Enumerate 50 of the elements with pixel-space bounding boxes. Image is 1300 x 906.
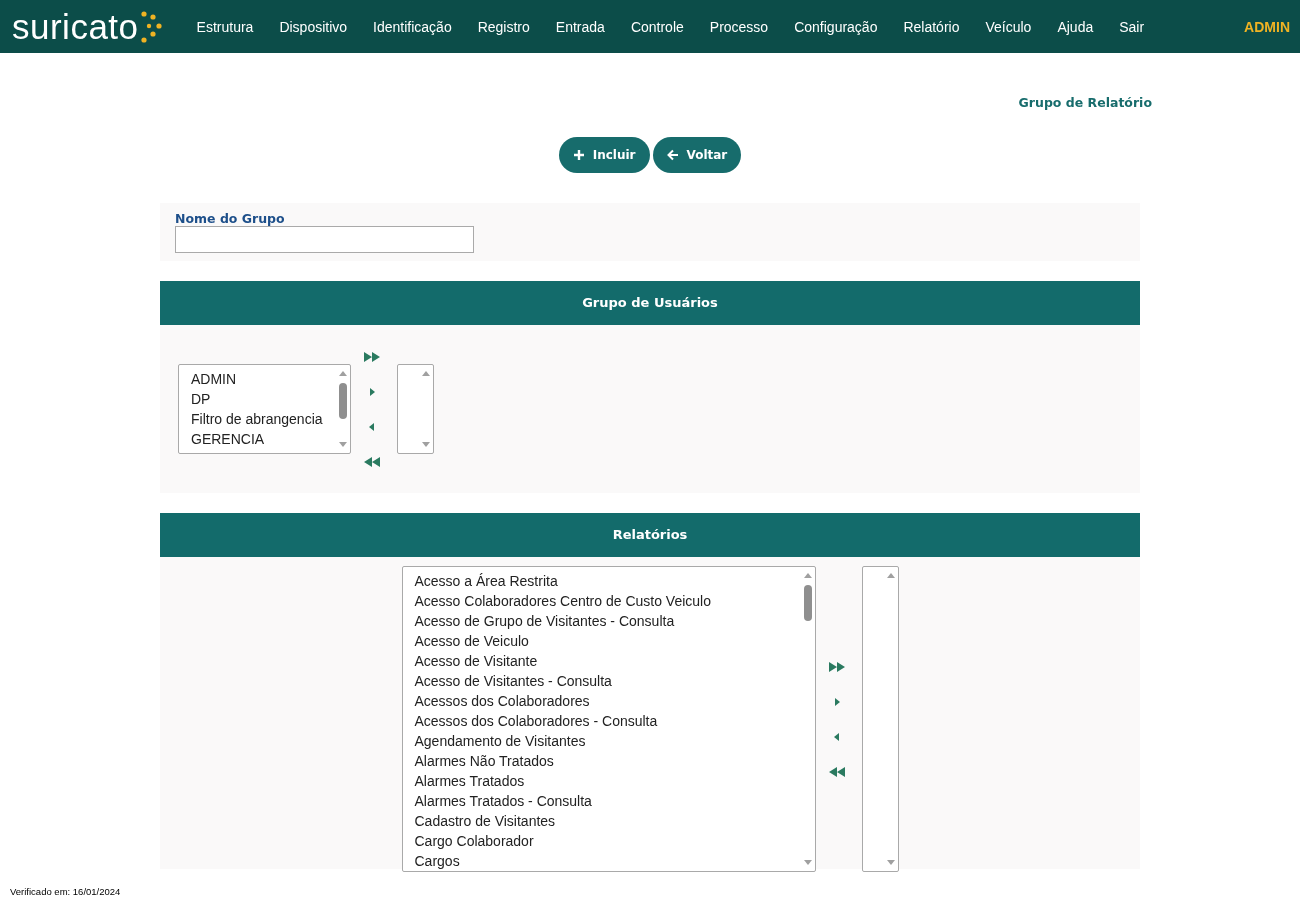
menu-item[interactable]: Identificação	[360, 18, 465, 35]
section-header: Relatórios	[160, 513, 1140, 557]
verification-date: Verificado em: 16/01/2024	[10, 886, 121, 897]
list-option[interactable]: Alarmes Não Tratados	[414, 751, 801, 771]
list-option[interactable]: Acesso de Visitante	[414, 651, 801, 671]
move-all-right-icon[interactable]	[827, 660, 846, 673]
list-option[interactable]: Alarmes Tratados	[414, 771, 801, 791]
available-list[interactable]	[401, 566, 816, 872]
menu-item[interactable]: Ajuda	[1044, 18, 1107, 35]
group-name-input[interactable]	[175, 226, 474, 253]
list-option[interactable]: Acessos dos Colaboradores	[414, 691, 801, 711]
plus-icon	[572, 149, 585, 161]
list-option[interactable]: Acesso de Visitantes - Consulta	[414, 671, 801, 691]
add-button[interactable]: Incluir	[558, 137, 650, 173]
list-option[interactable]: Cadastro de Visitantes	[414, 811, 801, 831]
back-button[interactable]: Voltar	[652, 137, 742, 173]
list-option[interactable]: Cargo Colaborador	[414, 831, 801, 851]
list-option[interactable]: GERENCIA	[191, 429, 336, 449]
logo-text: suricato	[12, 9, 139, 44]
move-all-left-icon[interactable]	[827, 765, 846, 778]
list-option[interactable]: Acesso de Grupo de Visitantes - Consulta	[414, 611, 801, 631]
available-list[interactable]: ADMIN DP Filtro de abrangencia GERENCIA	[178, 364, 351, 454]
menu-item[interactable]: Controle	[617, 18, 697, 35]
list-option[interactable]: Acesso Colaboradores Centro de Custo Veiculo	[414, 591, 801, 611]
list-option[interactable]: Agendamento de Visitantes	[414, 731, 801, 751]
menu-item[interactable]: Registro	[464, 18, 543, 35]
menu-item[interactable]: Estrutura	[183, 18, 267, 35]
menu-item[interactable]: Sair	[1106, 18, 1158, 35]
move-all-left-icon[interactable]	[363, 455, 381, 468]
menu-item[interactable]: Relatório	[890, 18, 973, 35]
left-arrow-icon	[666, 149, 679, 161]
menu-item[interactable]: Processo	[696, 18, 782, 35]
move-all-right-icon[interactable]	[363, 350, 381, 363]
dots-logo-icon	[139, 9, 162, 44]
menu-item[interactable]: Configuração	[781, 18, 891, 35]
list-option[interactable]: ADMIN	[191, 369, 336, 389]
list-option[interactable]: Alarmes Tratados - Consulta	[414, 791, 801, 811]
list-option[interactable]: Filtro de abrangencia	[191, 409, 336, 429]
menu-item[interactable]: Dispositivo	[266, 18, 361, 35]
section-header: Grupo de Usuários	[160, 281, 1140, 325]
page-title: Grupo de Relatório	[1018, 95, 1152, 112]
list-option[interactable]: Cargos	[414, 851, 801, 871]
list-option[interactable]: Acesso a Área Restrita	[414, 571, 801, 591]
list-option[interactable]: Acesso de Veiculo	[414, 631, 801, 651]
list-option[interactable]: Acessos dos Colaboradores - Consulta	[414, 711, 801, 731]
user-name[interactable]: ADMIN	[1244, 18, 1290, 35]
menu-item[interactable]: Veículo	[972, 18, 1045, 35]
field-label: Nome do Grupo	[175, 211, 286, 226]
list-option[interactable]: DP	[191, 389, 336, 409]
menu-item[interactable]: Entrada	[542, 18, 618, 35]
